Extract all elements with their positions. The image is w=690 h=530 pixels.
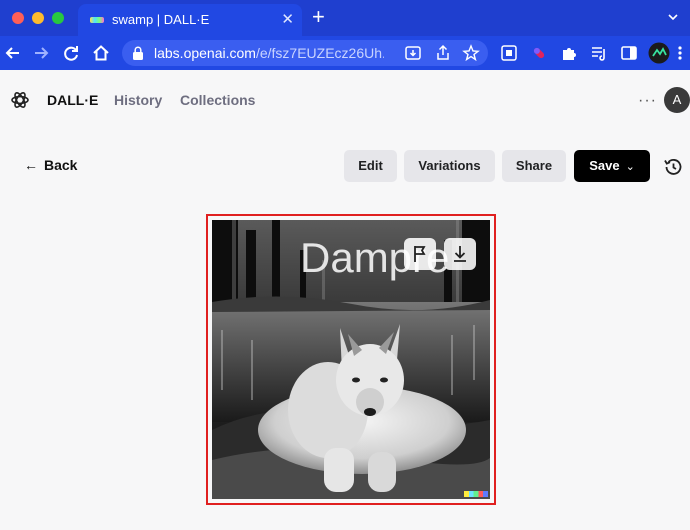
dalle-signature-mark (464, 491, 488, 497)
more-options-icon[interactable]: ··· (638, 92, 657, 110)
back-button[interactable]: ← Back (24, 157, 77, 173)
lock-icon (133, 46, 143, 60)
extension-pill-icon[interactable] (530, 44, 548, 62)
browser-menu-icon[interactable] (672, 42, 688, 64)
tab-close-icon[interactable]: ✕ (281, 10, 294, 28)
install-app-icon[interactable] (404, 44, 422, 62)
extensions-puzzle-icon[interactable] (560, 44, 578, 62)
flag-icon (414, 246, 426, 262)
variations-button[interactable]: Variations (404, 150, 495, 182)
reload-icon[interactable] (60, 42, 82, 64)
avatar[interactable]: A (664, 87, 690, 113)
generated-image-frame: Dampre (206, 214, 496, 505)
url-text: labs.openai.com/e/fsz7EUZEcz26Uh... (154, 45, 384, 61)
back-arrow-icon[interactable] (2, 42, 24, 64)
openai-logo-icon[interactable] (10, 90, 30, 110)
browser-toolbar: labs.openai.com/e/fsz7EUZEcz26Uh... (0, 36, 690, 70)
chevron-down-icon: ⌄ (625, 161, 635, 173)
window-minimize-button[interactable] (32, 12, 44, 24)
download-icon (454, 246, 466, 262)
new-tab-button[interactable]: + (312, 6, 325, 28)
generated-image[interactable]: Dampre (212, 220, 490, 499)
extension-chip-icon[interactable] (500, 44, 518, 62)
nav-collections-link[interactable]: Collections (180, 92, 255, 108)
save-button[interactable]: Save ⌄ (574, 150, 650, 182)
share-page-icon[interactable] (434, 44, 452, 62)
window-close-button[interactable] (12, 12, 24, 24)
window-zoom-button[interactable] (52, 12, 64, 24)
save-label: Save (589, 158, 620, 173)
report-flag-button[interactable] (404, 238, 436, 270)
tab-search-chevron-icon[interactable] (666, 10, 680, 24)
profile-avatar-icon[interactable] (648, 42, 670, 64)
download-button[interactable] (444, 238, 476, 270)
home-icon[interactable] (90, 42, 112, 64)
dalle-favicon-icon (90, 17, 104, 23)
address-bar[interactable]: labs.openai.com/e/fsz7EUZEcz26Uh... (122, 40, 488, 66)
side-panel-icon[interactable] (620, 44, 638, 62)
browser-tab-bar: swamp | DALL·E ✕ + (0, 0, 690, 36)
back-label: Back (44, 157, 78, 173)
bookmark-star-icon[interactable] (462, 44, 480, 62)
nav-history-link[interactable]: History (114, 92, 162, 108)
history-clock-icon[interactable] (662, 156, 684, 178)
app-header: DALL·E History Collections ··· A (0, 70, 690, 130)
forward-arrow-icon[interactable] (30, 42, 52, 64)
brand-title[interactable]: DALL·E (47, 92, 98, 108)
browser-tab[interactable]: swamp | DALL·E ✕ (78, 4, 302, 36)
back-arrow-icon: ← (24, 157, 38, 173)
reading-list-icon[interactable] (590, 44, 608, 62)
edit-button[interactable]: Edit (344, 150, 397, 182)
share-button[interactable]: Share (502, 150, 566, 182)
tab-title: swamp | DALL·E (112, 12, 210, 27)
